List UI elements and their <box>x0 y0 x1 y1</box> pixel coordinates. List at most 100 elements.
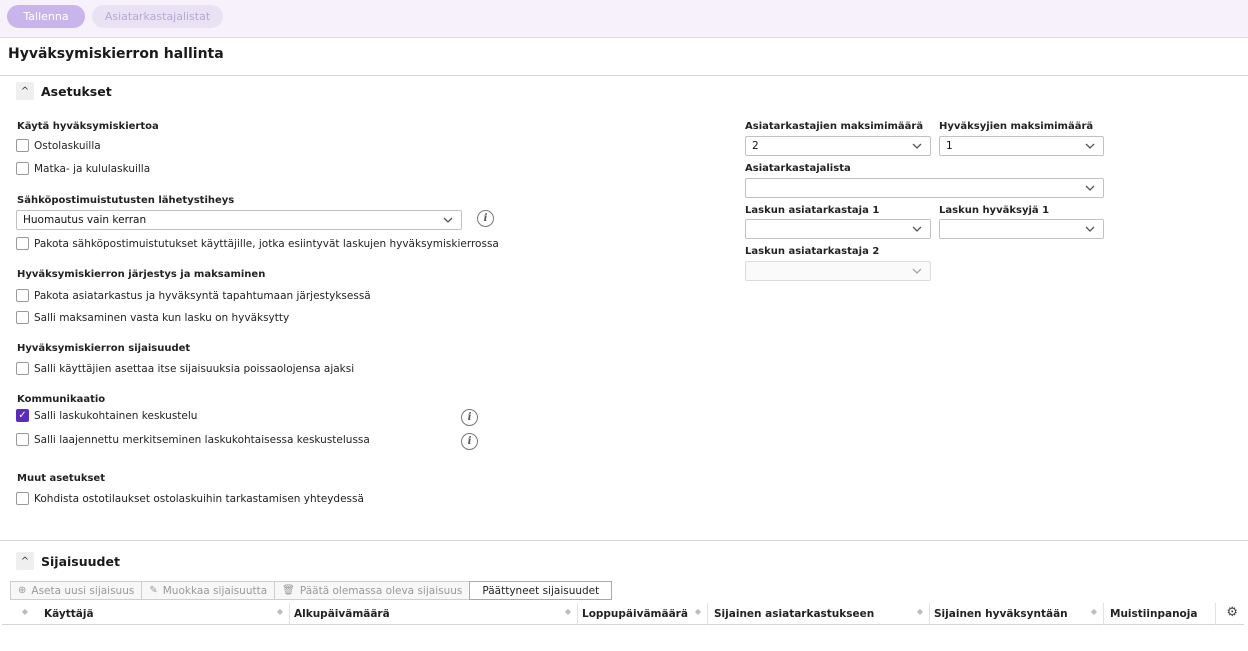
checkbox-travel-invoices[interactable]: Matka- ja kululaskuilla <box>16 162 150 175</box>
ended-substitutions-button[interactable]: Päättyneet sijaisuudet <box>469 581 613 600</box>
max-reviewers-label: Asiatarkastajien maksimimäärä <box>745 121 924 132</box>
reviewer1-label: Laskun asiatarkastaja 1 <box>745 205 880 216</box>
checkbox[interactable] <box>16 139 29 152</box>
button-label: Aseta uusi sijaisuus <box>31 584 135 597</box>
approver1-select[interactable] <box>939 219 1104 239</box>
edit-substitution-button[interactable]: ✎ Muokkaa sijaisuutta <box>141 581 276 600</box>
button-label: Päätä olemassa oleva sijaisuus <box>299 584 463 597</box>
gear-icon[interactable]: ⚙ <box>1226 605 1238 620</box>
email-group-label: Sähköpostimuistutusten lähetystiheys <box>17 195 235 206</box>
end-substitution-button[interactable]: 🗑 Päätä olemassa oleva sijaisuus <box>274 581 471 600</box>
checkbox-label: Matka- ja kululaskuilla <box>34 162 151 175</box>
collapse-settings-icon[interactable]: ^ <box>16 82 34 100</box>
info-icon[interactable]: i <box>477 210 494 227</box>
reviewer-list-select[interactable] <box>745 178 1104 198</box>
collapse-substitutions-icon[interactable]: ^ <box>16 552 34 570</box>
approver1-label: Laskun hyväksyjä 1 <box>939 205 1050 216</box>
column-label: Muistiinpanoja <box>1110 608 1198 620</box>
select-value: Huomautus vain kerran <box>23 214 147 226</box>
checkbox[interactable] <box>16 492 29 505</box>
checkbox-label: Salli käyttäjien asettaa itse sijaisuuks… <box>34 362 355 375</box>
reviewer1-select[interactable] <box>745 219 931 239</box>
settings-heading: Asetukset <box>41 84 112 99</box>
checkbox-label: Salli laajennettu merkitseminen laskukoh… <box>34 433 370 446</box>
checkbox-label: Ostolaskuilla <box>34 139 101 152</box>
checkbox-checked[interactable]: ✓ <box>16 409 29 422</box>
select-value: 2 <box>752 140 759 152</box>
checkbox-label: Kohdista ostotilaukset ostolaskuihin tar… <box>34 492 364 505</box>
checkbox-invoice-discussion[interactable]: ✓ Salli laskukohtainen keskustelu <box>16 409 197 422</box>
select-column[interactable]: ◆ <box>2 603 32 625</box>
comm-group-label: Kommunikaatio <box>17 394 106 405</box>
substitutions-toolbar: ⊕ Aseta uusi sijaisuus ✎ Muokkaa sijaisuut… <box>10 581 613 600</box>
plus-circle-icon: ⊕ <box>18 585 27 596</box>
chevron-down-icon <box>442 214 454 226</box>
column-label: Käyttäjä <box>44 608 94 620</box>
column-label: Sijainen hyväksyntään <box>934 608 1068 620</box>
sort-icon: ◆ <box>694 607 701 616</box>
divider <box>0 75 1248 76</box>
column-end-date[interactable]: Loppupäivämäärä ◆ <box>578 603 708 625</box>
divider <box>0 540 1248 541</box>
subst-group-label: Hyväksymiskierron sijaisuudet <box>17 343 191 354</box>
chevron-down-icon <box>1084 140 1096 152</box>
reviewer2-select[interactable] <box>745 261 931 281</box>
checkbox-pay-after-approval[interactable]: Salli maksaminen vasta kun lasku on hyvä… <box>16 311 289 324</box>
top-toolbar: Tallenna Asiatarkastajalistat <box>0 0 1248 38</box>
button-label: Muokkaa sijaisuutta <box>162 584 268 597</box>
max-approvers-select[interactable]: 1 <box>939 136 1104 156</box>
checkbox-purchase-invoices[interactable]: Ostolaskuilla <box>16 139 101 152</box>
substitutions-heading: Sijaisuudet <box>41 554 120 569</box>
info-icon[interactable]: i <box>461 409 478 426</box>
order-group-label: Hyväksymiskierron järjestys ja maksamine… <box>17 269 266 280</box>
reviewer-list-label: Asiatarkastajalista <box>745 163 851 174</box>
add-substitution-button[interactable]: ⊕ Aseta uusi sijaisuus <box>10 581 143 600</box>
use-group-label: Käytä hyväksymiskiertoa <box>17 121 159 132</box>
checkbox-match-orders[interactable]: Kohdista ostotilaukset ostolaskuihin tar… <box>16 492 364 505</box>
other-group-label: Muut asetukset <box>17 473 105 484</box>
select-value: 1 <box>946 140 953 152</box>
column-approval-substitute[interactable]: Sijainen hyväksyntään ◆ <box>930 603 1104 625</box>
substitutions-table-header: ◆ Käyttäjä ◆ Alkupäivämäärä ◆ Loppupäivämä… <box>2 603 1244 625</box>
checkbox[interactable] <box>16 311 29 324</box>
sort-icon: ◆ <box>564 607 571 616</box>
checkbox-self-substitutes[interactable]: Salli käyttäjien asettaa itse sijaisuuks… <box>16 362 354 375</box>
checkbox-label: Salli maksaminen vasta kun lasku on hyvä… <box>34 311 290 324</box>
chevron-down-icon <box>911 265 923 277</box>
column-notes[interactable]: Muistiinpanoja <box>1104 603 1216 625</box>
page-title: Hyväksymiskierron hallinta <box>8 46 224 62</box>
column-label: Loppupäivämäärä <box>582 608 688 620</box>
checkbox-force-order[interactable]: Pakota asiatarkastus ja hyväksyntä tapah… <box>16 289 371 302</box>
checkbox-label: Salli laskukohtainen keskustelu <box>34 409 198 422</box>
chevron-down-icon <box>911 140 923 152</box>
column-user[interactable]: Käyttäjä ◆ <box>32 603 290 625</box>
chevron-down-icon <box>911 223 923 235</box>
sort-icon: ◆ <box>916 607 923 616</box>
checkbox[interactable] <box>16 362 29 375</box>
email-frequency-select[interactable]: Huomautus vain kerran <box>16 210 462 230</box>
column-label: Alkupäivämäärä <box>294 608 390 620</box>
checkbox-extended-mentions[interactable]: Salli laajennettu merkitseminen laskukoh… <box>16 433 370 446</box>
edit-icon: ✎ <box>149 585 158 596</box>
chevron-down-icon <box>1084 223 1096 235</box>
column-review-substitute[interactable]: Sijainen asiatarkastukseen ◆ <box>708 603 930 625</box>
checkbox-force-email[interactable]: Pakota sähköpostimuistutukset käyttäjill… <box>16 237 499 250</box>
save-button[interactable]: Tallenna <box>7 5 85 28</box>
sort-icon: ◆ <box>21 607 28 616</box>
sort-icon: ◆ <box>276 607 283 616</box>
checkbox[interactable] <box>16 162 29 175</box>
chevron-down-icon <box>1084 182 1096 194</box>
checkbox-label: Pakota sähköpostimuistutukset käyttäjill… <box>34 237 499 250</box>
checkbox-label: Pakota asiatarkastus ja hyväksyntä tapah… <box>34 289 371 302</box>
trash-icon: 🗑 <box>282 585 295 596</box>
max-approvers-label: Hyväksyjien maksimimäärä <box>939 121 1094 132</box>
max-reviewers-select[interactable]: 2 <box>745 136 931 156</box>
sort-icon: ◆ <box>1090 607 1097 616</box>
reviewer-lists-button[interactable]: Asiatarkastajalistat <box>92 5 223 28</box>
column-start-date[interactable]: Alkupäivämäärä ◆ <box>290 603 578 625</box>
checkbox[interactable] <box>16 289 29 302</box>
checkbox[interactable] <box>16 237 29 250</box>
checkbox[interactable] <box>16 433 29 446</box>
reviewer2-label: Laskun asiatarkastaja 2 <box>745 246 880 257</box>
info-icon[interactable]: i <box>461 433 478 450</box>
